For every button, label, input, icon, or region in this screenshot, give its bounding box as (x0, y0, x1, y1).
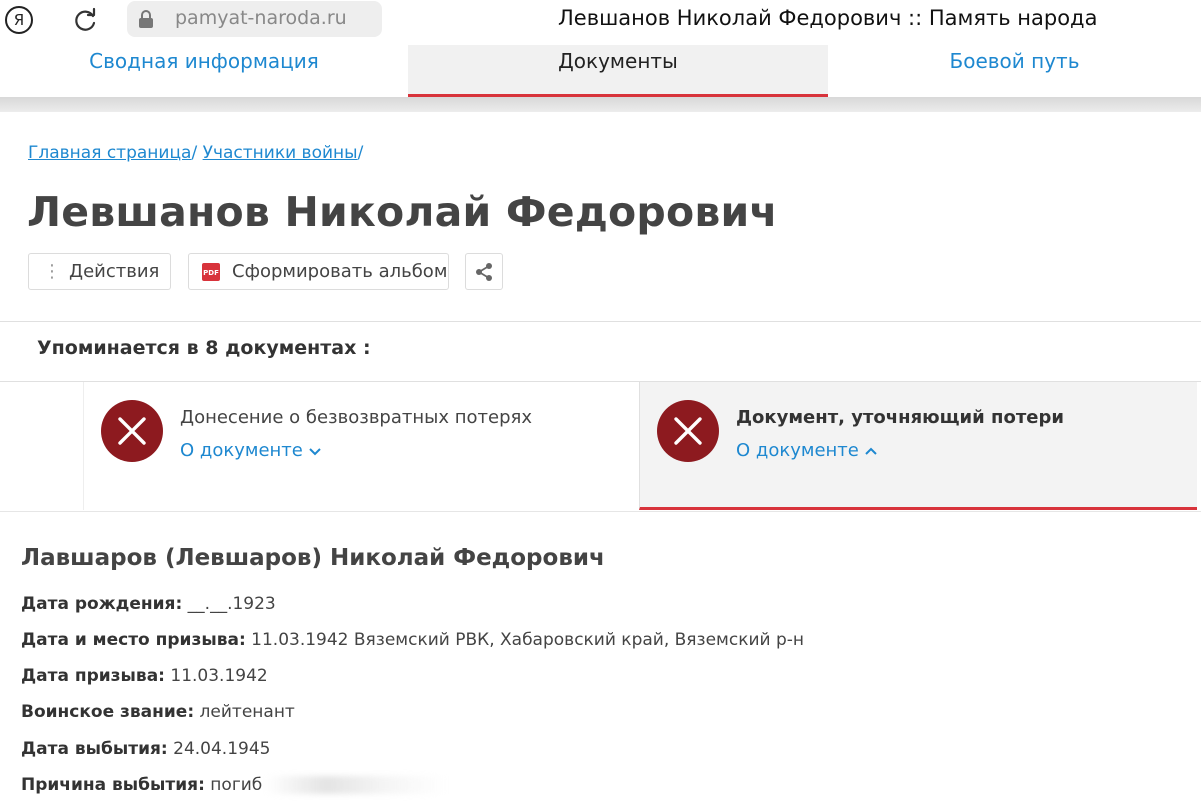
loss-report-icon (101, 400, 163, 462)
breadcrumb-home-link[interactable]: Главная страница (28, 143, 191, 163)
detail-key: Воинское звание: (21, 702, 195, 722)
browser-toolbar: Я pamyat-naroda.ru Левшанов Николай Федо… (0, 0, 1201, 40)
reload-icon[interactable] (72, 6, 100, 34)
detail-row-birth-date: Дата рождения: __.__.1923 (21, 594, 276, 614)
yandex-logo-icon[interactable]: Я (5, 6, 33, 34)
breadcrumb-separator: / (357, 143, 364, 163)
actions-button-label: Действия (69, 261, 160, 282)
create-album-button[interactable]: PDF Сформировать альбом (188, 253, 449, 290)
about-document-label: О документе (180, 440, 303, 461)
actions-button[interactable]: ⋮ Действия (28, 253, 171, 290)
breadcrumb-separator: / (191, 143, 198, 163)
detail-row-leave-date: Дата выбытия: 24.04.1945 (21, 739, 270, 759)
detail-key: Дата рождения: (21, 594, 183, 614)
about-document-link[interactable]: О документе (736, 440, 877, 461)
detail-value: 11.03.1942 (170, 666, 268, 686)
detail-value: 11.03.1942 Вяземский РВК, Хабаровский кр… (251, 630, 805, 650)
breadcrumb-participants-link[interactable]: Участники войны (203, 143, 358, 163)
detail-key: Причина выбытия: (21, 775, 205, 795)
detail-key: Дата и место призыва: (21, 630, 246, 650)
detail-row-conscription-place: Дата и место призыва: 11.03.1942 Вяземск… (21, 630, 804, 650)
lock-icon (139, 10, 153, 28)
url-text: pamyat-naroda.ru (175, 7, 347, 29)
blurred-overlay (266, 776, 447, 794)
document-title: Донесение о безвозвратных потерях (180, 407, 532, 428)
mentions-count-heading: Упоминается в 8 документах : (37, 337, 371, 359)
detail-row-leave-reason: Причина выбытия: погиб (21, 775, 447, 795)
tab-summary[interactable]: Сводная информация (0, 45, 408, 97)
pdf-icon: PDF (202, 263, 220, 281)
address-bar[interactable]: pamyat-naroda.ru (127, 1, 382, 37)
tabs-shadow-band (0, 97, 1201, 112)
detail-key: Дата выбытия: (21, 739, 168, 759)
page-title: Левшанов Николай Федорович (27, 188, 778, 236)
chevron-up-icon (865, 447, 877, 455)
tab-documents[interactable]: Документы (408, 45, 828, 97)
document-title: Документ, уточняющий потери (736, 407, 1064, 428)
divider (0, 321, 1201, 322)
create-album-label: Сформировать альбом (232, 261, 448, 282)
chevron-down-icon (309, 448, 321, 456)
detail-value: 24.04.1945 (173, 739, 271, 759)
more-vertical-icon: ⋮ (43, 261, 61, 282)
about-document-link[interactable]: О документе (180, 440, 321, 461)
svg-text:PDF: PDF (203, 269, 219, 277)
section-tabs: Сводная информация Документы Боевой путь (0, 45, 1201, 97)
detail-row-conscription-date: Дата призыва: 11.03.1942 (21, 666, 268, 686)
document-card-selected[interactable]: Документ, уточняющий потери О документе (639, 382, 1197, 510)
breadcrumb: Главная страница/ Участники войны/ (28, 143, 363, 163)
window-title: Левшанов Николай Федорович :: Память нар… (558, 6, 1098, 30)
detail-key: Дата призыва: (21, 666, 165, 686)
detail-value: погиб (210, 775, 263, 795)
divider (0, 511, 1201, 512)
share-icon (476, 263, 492, 281)
share-button[interactable] (465, 253, 503, 290)
detail-row-rank: Воинское звание: лейтенант (21, 702, 295, 722)
record-person-name: Лавшаров (Левшаров) Николай Федорович (21, 545, 605, 571)
document-card[interactable]: Донесение о безвозвратных потерях О доку… (83, 382, 639, 510)
about-document-label: О документе (736, 440, 859, 461)
tab-combat-path[interactable]: Боевой путь (828, 45, 1201, 97)
loss-report-icon (657, 400, 719, 462)
detail-value: __.__.1923 (187, 594, 276, 614)
detail-value: лейтенант (199, 702, 295, 722)
